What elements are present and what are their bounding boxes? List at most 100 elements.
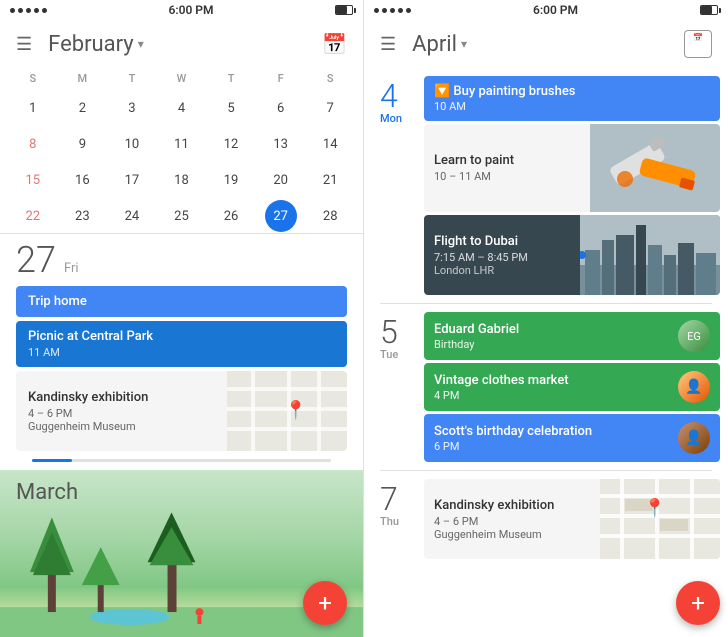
agenda-events-col-7: Kandinsky exhibition 4 – 6 PM Guggenheim… xyxy=(424,471,728,567)
event-flight-dubai[interactable]: Flight to Dubai 7:15 AM – 8:45 PM London… xyxy=(424,215,720,295)
selected-date-section: 27 Fri Trip home Picnic at Central Park … xyxy=(0,233,363,470)
day-headers: S M T W T F S xyxy=(8,68,355,89)
cal-day-5[interactable]: 5 xyxy=(206,91,256,125)
event-buy-brushes[interactable]: 🔽 Buy painting brushes 10 AM xyxy=(424,76,720,121)
cal-day-22[interactable]: 22 xyxy=(8,199,58,233)
right-header: ☰ April ▾ 📅 xyxy=(364,20,728,68)
scroll-indicator-left xyxy=(32,459,331,462)
cal-day-15[interactable]: 15 xyxy=(8,163,58,197)
agenda-date-col-4: 4 Mon xyxy=(364,68,424,303)
avatar-eduard: EG xyxy=(678,320,710,352)
calendar-icon[interactable]: 📅 xyxy=(322,32,347,56)
event-scott-time: 6 PM xyxy=(434,440,592,453)
event-eduard-subtitle: Birthday xyxy=(434,338,519,351)
cal-day-23[interactable]: 23 xyxy=(58,199,108,233)
avatar-vintage: 👤 xyxy=(678,371,710,403)
event-flight-info: Flight to Dubai 7:15 AM – 8:45 PM London… xyxy=(424,215,538,295)
dubai-illustration xyxy=(580,215,720,295)
agenda-day-name-7: Thu xyxy=(380,515,399,528)
left-header-right: 📅 xyxy=(322,32,347,56)
right-month-dropdown-arrow: ▾ xyxy=(461,37,467,51)
month-selector[interactable]: February ▾ xyxy=(48,32,144,57)
right-signal-dot-2 xyxy=(382,8,387,13)
cal-day-9[interactable]: 9 xyxy=(58,127,108,161)
agenda-scroll[interactable]: 4 Mon 🔽 Buy painting brushes 10 AM Learn… xyxy=(364,68,728,637)
cal-day-25[interactable]: 25 xyxy=(157,199,207,233)
right-signal-dot-1 xyxy=(374,8,379,13)
event-buy-brushes-info: 🔽 Buy painting brushes 10 AM xyxy=(434,84,576,113)
cal-day-21[interactable]: 21 xyxy=(305,163,355,197)
agenda-date-num-5: 5 xyxy=(380,316,398,348)
cal-day-26[interactable]: 26 xyxy=(206,199,256,233)
cal-day-19[interactable]: 19 xyxy=(206,163,256,197)
selected-date-header: 27 Fri xyxy=(16,242,347,278)
paint-illustration xyxy=(590,124,720,212)
day-header-t: T xyxy=(107,68,157,89)
menu-icon[interactable]: ☰ xyxy=(16,34,32,55)
right-signal-dot-4 xyxy=(398,8,403,13)
cal-day-4[interactable]: 4 xyxy=(157,91,207,125)
event-scott[interactable]: Scott's birthday celebration 6 PM 👤 xyxy=(424,414,720,462)
event-trip-home[interactable]: Trip home xyxy=(16,286,347,317)
event-buy-brushes-time: 10 AM xyxy=(434,100,576,113)
cal-day-27-today[interactable]: 27 xyxy=(265,200,297,232)
event-list: Trip home Picnic at Central Park 11 AM K… xyxy=(16,286,347,451)
event-vintage-info: Vintage clothes market 4 PM xyxy=(434,373,569,402)
day-header-m: M xyxy=(58,68,108,89)
cal-day-11[interactable]: 11 xyxy=(157,127,207,161)
cal-day-28[interactable]: 28 xyxy=(305,199,355,233)
right-month-selector[interactable]: April ▾ xyxy=(412,32,467,57)
cal-day-20[interactable]: 20 xyxy=(256,163,306,197)
cal-day-13[interactable]: 13 xyxy=(256,127,306,161)
cal-day-16[interactable]: 16 xyxy=(58,163,108,197)
cal-day-3[interactable]: 3 xyxy=(107,91,157,125)
day-header-s2: S xyxy=(305,68,355,89)
event-kandinsky-left-loc: Guggenheim Museum xyxy=(28,420,215,433)
right-status-bar: 6:00 PM xyxy=(364,0,728,20)
cal-day-10[interactable]: 10 xyxy=(107,127,157,161)
cal-day-18[interactable]: 18 xyxy=(157,163,207,197)
selected-day-num: 27 xyxy=(16,242,56,278)
cal-day-2[interactable]: 2 xyxy=(58,91,108,125)
cal-day-8[interactable]: 8 xyxy=(8,127,58,161)
event-picnic-title: Picnic at Central Park xyxy=(28,329,335,344)
cal-day-6[interactable]: 6 xyxy=(256,91,306,125)
event-picnic-time: 11 AM xyxy=(28,346,335,359)
right-battery xyxy=(700,5,718,15)
left-battery xyxy=(335,5,353,15)
calendar-days: 1 2 3 4 5 6 7 8 9 10 11 12 13 14 15 16 1… xyxy=(8,91,355,233)
event-kandinsky-left-title: Kandinsky exhibition xyxy=(28,390,215,405)
event-vintage[interactable]: Vintage clothes market 4 PM 👤 xyxy=(424,363,720,411)
event-kandinsky-left[interactable]: Kandinsky exhibition 4 – 6 PM Guggenheim… xyxy=(16,371,347,451)
cal-day-12[interactable]: 12 xyxy=(206,127,256,161)
event-learn-paint-info: Learn to paint 10 – 11 AM xyxy=(424,124,524,212)
cal-day-7[interactable]: 7 xyxy=(305,91,355,125)
agenda-day-7: 7 Thu Kandinsky exhibition 4 – 6 PM Gugg… xyxy=(364,471,728,567)
agenda-events-col-4: 🔽 Buy painting brushes 10 AM Learn to pa… xyxy=(424,68,728,303)
event-flight-title: Flight to Dubai xyxy=(434,234,528,249)
right-panel: 6:00 PM ☰ April ▾ 📅 4 Mon xyxy=(364,0,728,637)
event-kandinsky-right-title: Kandinsky exhibition xyxy=(434,498,590,513)
fab-button-left[interactable]: + xyxy=(303,581,347,625)
event-learn-paint[interactable]: Learn to paint 10 – 11 AM xyxy=(424,124,720,212)
calendar-grid: S M T W T F S 1 2 3 4 5 6 7 8 9 10 11 12… xyxy=(0,68,363,233)
day-header-w: W xyxy=(157,68,207,89)
cal-day-14[interactable]: 14 xyxy=(305,127,355,161)
avatar-scott: 👤 xyxy=(678,422,710,454)
right-header-chip[interactable]: 📅 xyxy=(684,30,712,58)
cal-day-1[interactable]: 1 xyxy=(8,91,58,125)
calendar-chip[interactable]: 📅 xyxy=(684,30,712,58)
right-menu-icon[interactable]: ☰ xyxy=(380,34,396,55)
cal-day-24[interactable]: 24 xyxy=(107,199,157,233)
fab-button-right[interactable]: + xyxy=(676,581,720,625)
event-picnic[interactable]: Picnic at Central Park 11 AM xyxy=(16,321,347,367)
event-eduard-title: Eduard Gabriel xyxy=(434,322,519,337)
event-flight-loc: London LHR xyxy=(434,264,528,277)
left-panel: 6:00 PM ☰ February ▾ 📅 S M T W T F S 1 2 xyxy=(0,0,364,637)
avatar-face-scott: 👤 xyxy=(678,422,710,454)
event-eduard[interactable]: Eduard Gabriel Birthday EG xyxy=(424,312,720,360)
event-kandinsky-right[interactable]: Kandinsky exhibition 4 – 6 PM Guggenheim… xyxy=(424,479,720,559)
agenda-day-name-5: Tue xyxy=(380,348,398,361)
calendar-chip-icon: 📅 xyxy=(685,33,711,42)
cal-day-17[interactable]: 17 xyxy=(107,163,157,197)
